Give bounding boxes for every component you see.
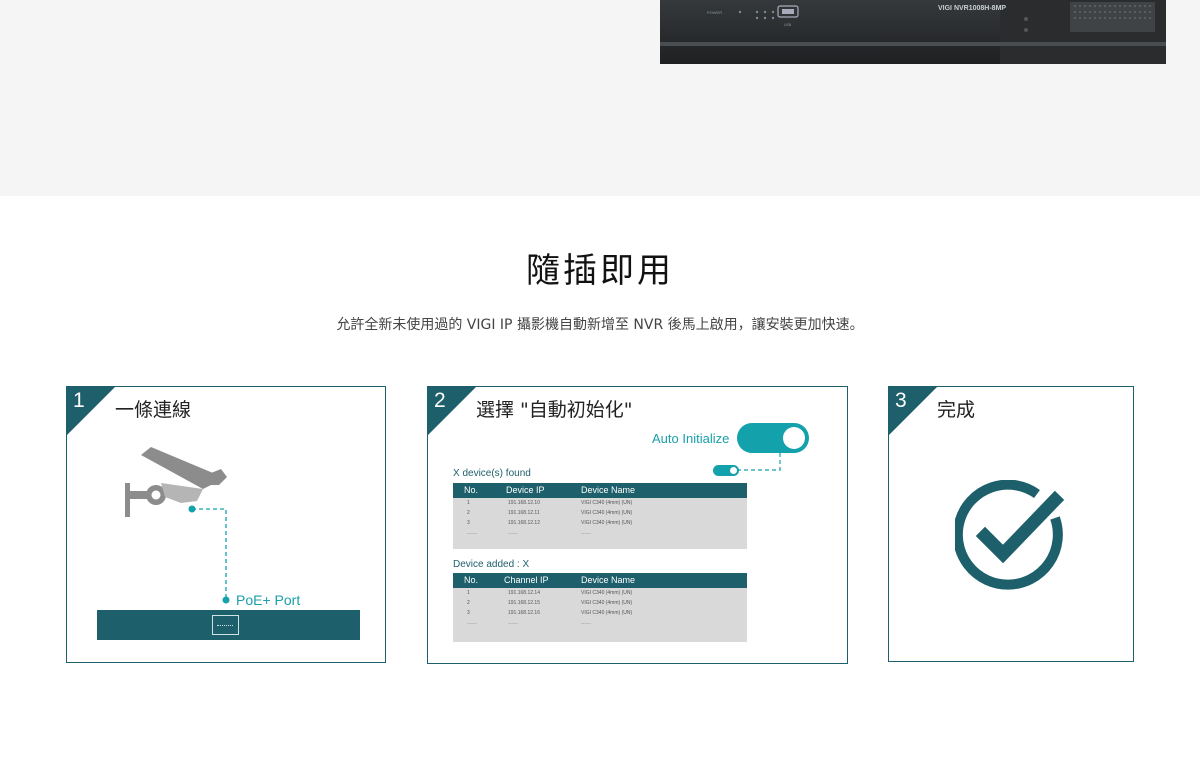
svg-text:VIGI NVR1008H-8MP: VIGI NVR1008H-8MP: [938, 5, 1006, 12]
table-row: ………………: [467, 530, 591, 536]
hero-banner: POWER USB VIGI NVR1008H-8MP: [0, 0, 1200, 196]
step-card-2: 2 選擇 "自動初始化" Auto Initialize X device(s)…: [427, 386, 848, 664]
table-row: 3 191.168.12.12 VIGI C340 (4mm) (UN): [467, 520, 633, 526]
table-row: 2 191.168.12.11 VIGI C340 (4mm) (UN): [467, 510, 633, 516]
section-subtitle: 允許全新未使用過的 VIGI IP 攝影機自動新增至 NVR 後馬上啟用，讓安裝…: [336, 317, 864, 333]
devices-added-label: Device added : X: [453, 559, 530, 570]
step-card-1: 1 一條連線 PoE+ Port: [66, 386, 386, 663]
header-device-name: Device Name: [581, 485, 636, 495]
header-device-name: Device Name: [581, 575, 636, 585]
svg-text:POWER: POWER: [707, 10, 722, 15]
svg-text:USB: USB: [784, 23, 792, 27]
devices-added-table: No. Channel IP Device Name 1 191.168.12.1…: [453, 573, 747, 642]
poe-port-label: PoE+ Port: [236, 592, 301, 608]
table-row: 1 191.168.12.10 VIGI C340 (4mm) (UN): [467, 500, 633, 506]
step-title: 完成: [937, 399, 976, 421]
nvr-device-image: POWER USB VIGI NVR1008H-8MP: [660, 0, 1166, 64]
header-no: No.: [464, 485, 479, 495]
header-no: No.: [464, 575, 479, 585]
check-circle-icon: [955, 480, 1065, 590]
header-channel-ip: Channel IP: [504, 575, 549, 585]
table-row: ………………: [467, 620, 591, 626]
step-number: 3: [895, 389, 907, 412]
mini-toggle: [713, 465, 739, 476]
ethernet-port-icon: [212, 615, 239, 635]
table-header: No. Device IP Device Name: [453, 483, 747, 498]
header-device-ip: Device IP: [506, 485, 545, 495]
step-card-3: 3 完成: [888, 386, 1134, 662]
section-title: 隨插即用: [526, 251, 674, 291]
table-row: 2 191.168.12.15 VIGI C340 (4mm) (UN): [467, 600, 633, 606]
switch-device: [97, 610, 360, 640]
devices-found-table: No. Device IP Device Name 1 191.168.12.10…: [453, 483, 747, 549]
table-header: No. Channel IP Device Name: [453, 573, 747, 588]
devices-found-label: X device(s) found: [453, 468, 531, 479]
table-row: 1 191.168.12.14 VIGI C340 (4mm) (UN): [467, 590, 633, 596]
table-row: 3 191.168.12.16 VIGI C340 (4mm) (UN): [467, 610, 633, 616]
